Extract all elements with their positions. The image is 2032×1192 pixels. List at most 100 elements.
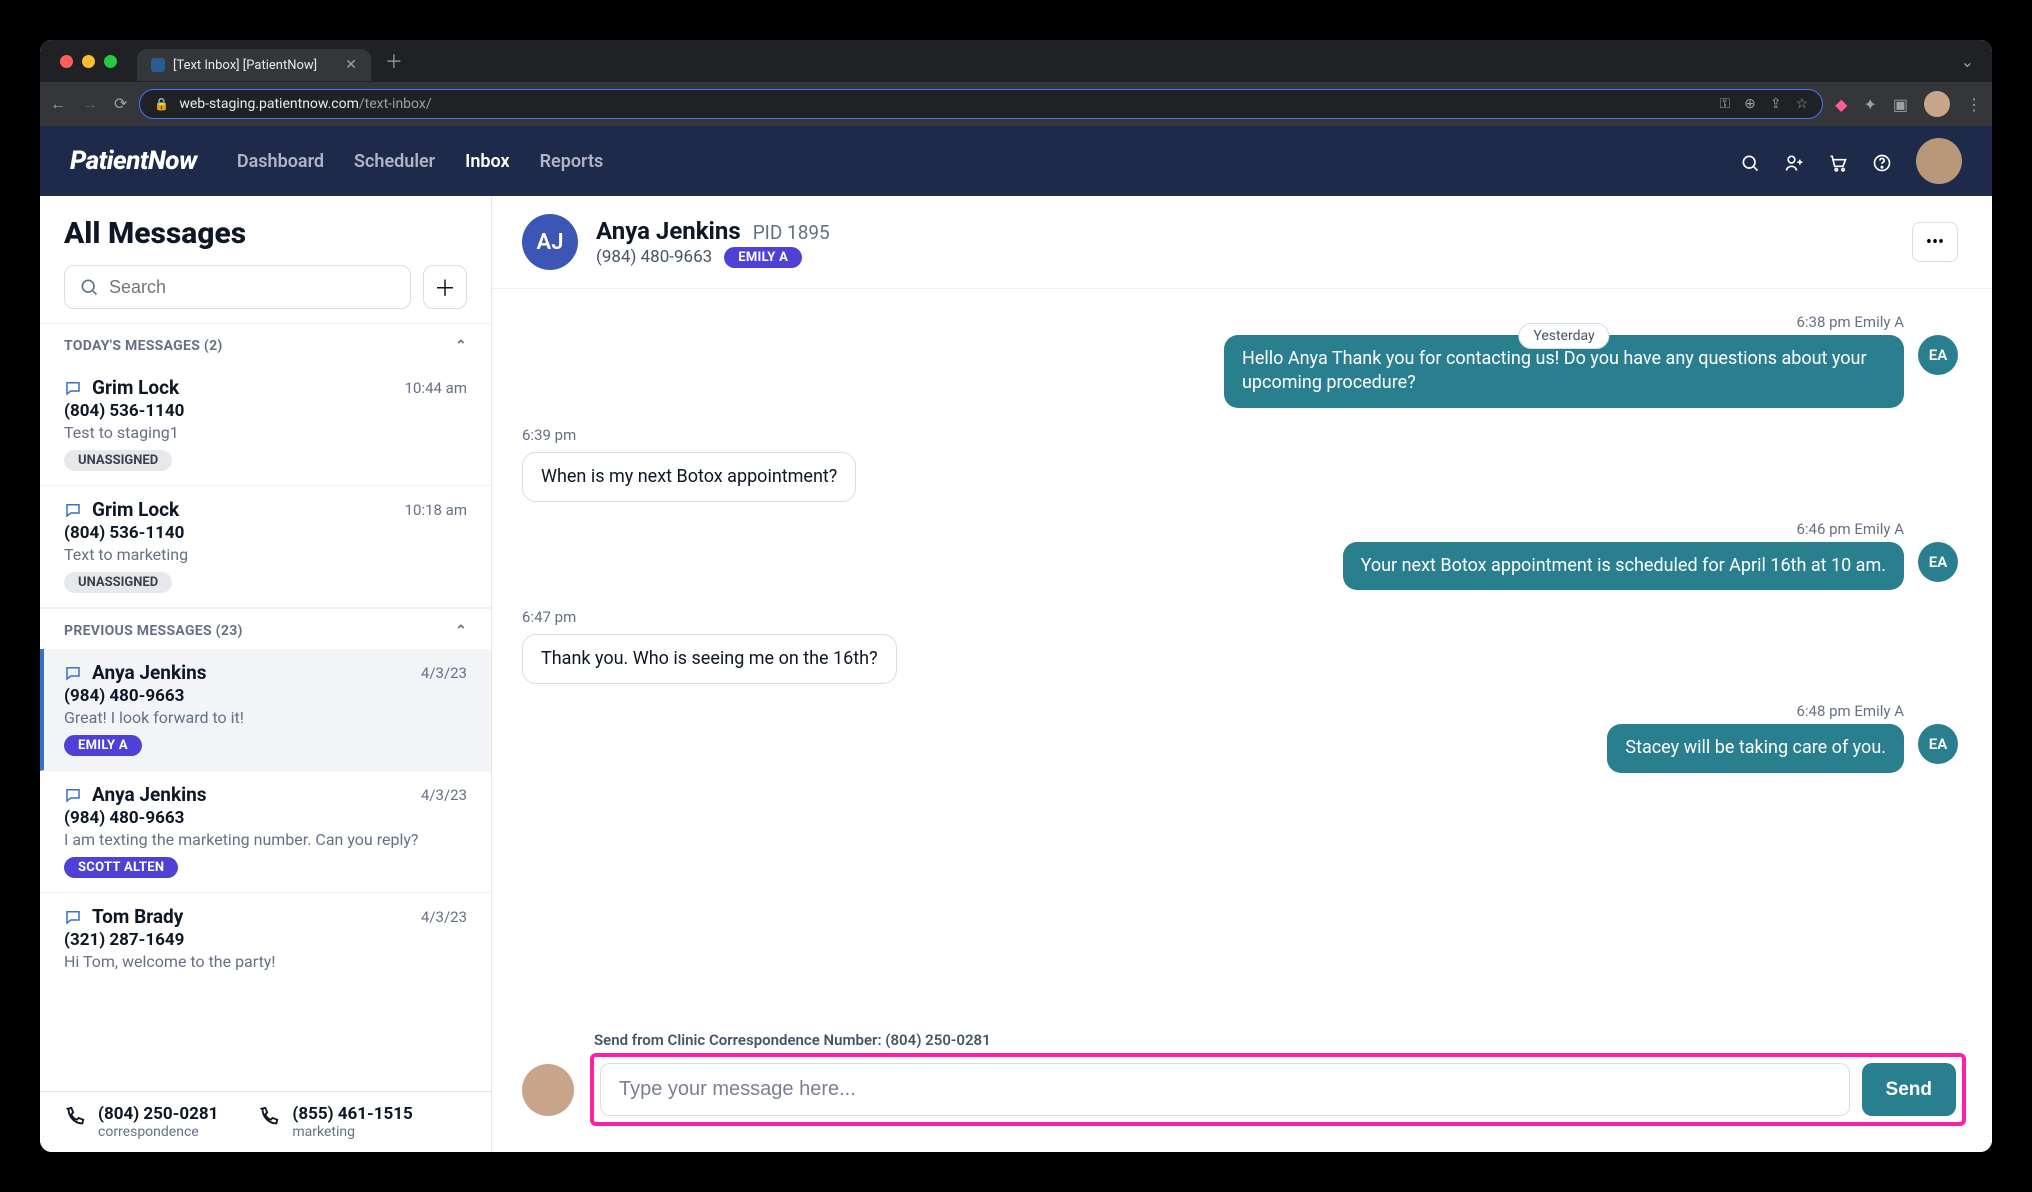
- sidebar-footer: (804) 250-0281 correspondence (855) 461-…: [40, 1091, 491, 1152]
- message-icon: [64, 499, 82, 520]
- message-preview: Hi Tom, welcome to the party!: [64, 952, 467, 971]
- window-minimize-icon[interactable]: [82, 55, 95, 68]
- message-name: Tom Brady: [92, 905, 183, 928]
- message-item[interactable]: Anya Jenkins 4/3/23 (984) 480-9663 Great…: [40, 649, 491, 771]
- chevron-up-icon[interactable]: ⌃: [455, 623, 467, 639]
- chat-footer: Send from Clinic Correspondence Number: …: [492, 1021, 1992, 1152]
- chevron-up-icon[interactable]: ⌃: [455, 338, 467, 354]
- assignee-tag: EMILY A: [64, 735, 142, 756]
- clinic-number-correspondence[interactable]: (804) 250-0281 correspondence: [64, 1104, 218, 1140]
- window-traffic-lights[interactable]: [60, 55, 117, 68]
- nav-dashboard[interactable]: Dashboard: [237, 151, 324, 172]
- message-item[interactable]: Grim Lock 10:44 am (804) 536-1140 Test t…: [40, 364, 491, 486]
- url-host: web-staging.patientnow.com: [179, 96, 359, 112]
- browser-menu-icon[interactable]: ⋮: [1966, 95, 1982, 114]
- add-user-icon[interactable]: [1784, 149, 1804, 173]
- contact-pid: PID 1895: [753, 221, 830, 244]
- lock-icon: 🔒: [154, 97, 169, 111]
- url-path: /text-inbox/: [359, 96, 432, 112]
- brand-logo[interactable]: PatientNow: [70, 146, 197, 176]
- profile-avatar[interactable]: [1924, 91, 1950, 117]
- extension-icon[interactable]: ◆: [1835, 95, 1847, 114]
- message-item[interactable]: Grim Lock 10:18 am (804) 536-1140 Text t…: [40, 486, 491, 608]
- chat-header: AJ Anya Jenkins PID 1895 (984) 480-9663 …: [492, 196, 1992, 289]
- chat-scroll[interactable]: 6:38 pm Emily A Yesterday Hello Anya Tha…: [492, 289, 1992, 1021]
- message-meta: 6:48 pm Emily A: [1796, 702, 1904, 720]
- nav-scheduler[interactable]: Scheduler: [354, 151, 435, 172]
- message-time: 4/3/23: [421, 786, 467, 804]
- reload-button[interactable]: ⟳: [114, 94, 127, 114]
- message-meta: 6:46 pm Emily A: [1796, 520, 1904, 538]
- message-item[interactable]: Tom Brady 4/3/23 (321) 287-1649 Hi Tom, …: [40, 893, 491, 985]
- message-time: 4/3/23: [421, 908, 467, 926]
- message-phone: (984) 480-9663: [64, 808, 467, 828]
- phone-icon: [258, 1104, 280, 1129]
- send-button[interactable]: Send: [1862, 1063, 1956, 1116]
- search-input-wrap[interactable]: [64, 265, 411, 309]
- new-tab-button[interactable]: ＋: [385, 48, 403, 74]
- footer-label: marketing: [292, 1124, 412, 1140]
- section-today-label: TODAY'S MESSAGES (2): [64, 338, 223, 354]
- compose-highlight: Send: [590, 1053, 1966, 1126]
- cart-icon[interactable]: [1828, 149, 1848, 173]
- message-icon: [64, 662, 82, 683]
- message-phone: (804) 536-1140: [64, 401, 467, 421]
- browser-window: [Text Inbox] [PatientNow] ✕ ＋ ⌄ ← → ⟳ 🔒 …: [40, 40, 1992, 1152]
- forward-button[interactable]: →: [82, 94, 98, 114]
- message-preview: Test to staging1: [64, 423, 467, 442]
- message-icon: [64, 377, 82, 398]
- tabs-dropdown-icon[interactable]: ⌄: [1961, 52, 1974, 71]
- extensions-button[interactable]: ✦: [1863, 95, 1876, 114]
- assignee-tag: EMILY A: [724, 247, 802, 268]
- new-message-button[interactable]: ＋: [423, 265, 467, 309]
- search-icon: [79, 277, 99, 297]
- favicon-icon: [151, 58, 165, 72]
- browser-toolbar: ← → ⟳ 🔒 web-staging.patientnow.com/text-…: [40, 82, 1992, 126]
- nav-inbox[interactable]: Inbox: [465, 151, 509, 172]
- phone-icon: [64, 1104, 86, 1129]
- message-name: Anya Jenkins: [92, 661, 207, 684]
- bookmark-icon[interactable]: ☆: [1796, 96, 1809, 112]
- tab-close-icon[interactable]: ✕: [345, 57, 357, 73]
- side-panel-icon[interactable]: ▣: [1893, 95, 1908, 114]
- main-nav: Dashboard Scheduler Inbox Reports: [237, 151, 603, 172]
- message-phone: (804) 536-1140: [64, 523, 467, 543]
- chat-menu-button[interactable]: •••: [1912, 222, 1958, 262]
- inbox-sidebar: All Messages ＋ TODAY'S MESSAGES (2) ⌃: [40, 196, 492, 1152]
- assignee-tag: SCOTT ALTEN: [64, 857, 178, 878]
- contact-phone: (984) 480-9663: [596, 247, 712, 267]
- address-bar[interactable]: 🔒 web-staging.patientnow.com/text-inbox/…: [139, 89, 1823, 119]
- share-icon[interactable]: ⇪: [1770, 96, 1782, 112]
- key-icon[interactable]: ⚿: [1719, 96, 1730, 112]
- message-meta: 6:39 pm: [522, 426, 1958, 444]
- section-previous[interactable]: PREVIOUS MESSAGES (23) ⌃: [40, 608, 491, 649]
- window-close-icon[interactable]: [60, 55, 73, 68]
- window-zoom-icon[interactable]: [104, 55, 117, 68]
- clinic-number-marketing[interactable]: (855) 461-1515 marketing: [258, 1104, 412, 1140]
- nav-reports[interactable]: Reports: [540, 151, 604, 172]
- search-input[interactable]: [109, 277, 396, 298]
- sender-avatar: EA: [1918, 542, 1958, 582]
- search-icon[interactable]: [1740, 149, 1760, 173]
- browser-tab[interactable]: [Text Inbox] [PatientNow] ✕: [137, 49, 371, 81]
- message-bubble-in: When is my next Botox appointment?: [522, 452, 856, 502]
- contact-avatar: AJ: [522, 214, 578, 270]
- message-item[interactable]: Anya Jenkins 4/3/23 (984) 480-9663 I am …: [40, 771, 491, 893]
- sender-avatar: EA: [1918, 724, 1958, 764]
- contact-name: Anya Jenkins: [596, 217, 741, 245]
- message-phone: (321) 287-1649: [64, 930, 467, 950]
- user-avatar[interactable]: [1916, 138, 1962, 184]
- footer-label: correspondence: [98, 1124, 218, 1140]
- message-name: Grim Lock: [92, 376, 179, 399]
- message-name: Grim Lock: [92, 498, 179, 521]
- message-meta: 6:47 pm: [522, 608, 1958, 626]
- sidebar-title: All Messages: [64, 216, 467, 251]
- help-icon[interactable]: [1872, 149, 1892, 173]
- message-icon: [64, 784, 82, 805]
- back-button[interactable]: ←: [50, 94, 66, 114]
- message-bubble-out: Stacey will be taking care of you.: [1607, 724, 1904, 772]
- compose-input[interactable]: [600, 1063, 1850, 1116]
- section-today[interactable]: TODAY'S MESSAGES (2) ⌃: [40, 323, 491, 364]
- section-previous-label: PREVIOUS MESSAGES (23): [64, 623, 243, 639]
- zoom-icon[interactable]: ⊕: [1744, 96, 1756, 112]
